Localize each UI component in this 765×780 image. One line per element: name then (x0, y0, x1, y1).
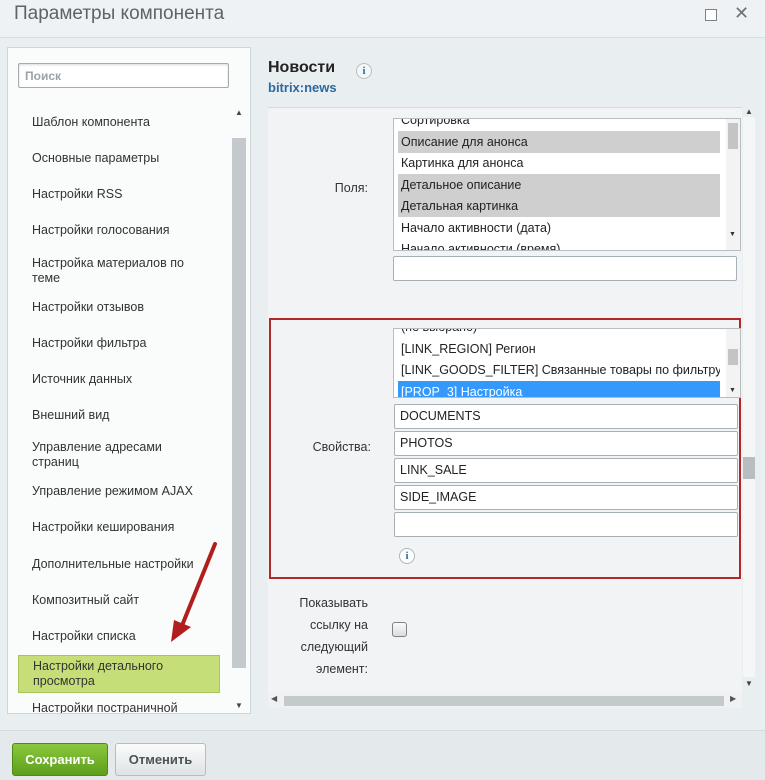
properties-option[interactable]: (не выбрано) (398, 329, 720, 338)
sidebar-item[interactable]: Внешний вид (18, 400, 220, 430)
sidebar-item[interactable]: Настройки постраничной (18, 693, 220, 714)
fields-extra-input[interactable] (393, 256, 737, 281)
sidebar-item[interactable]: Настройки фильтра (18, 328, 220, 358)
property-value-input[interactable]: DOCUMENTS (394, 404, 738, 429)
component-panel: Новости i bitrix:news Поля: Сортировка Оп… (258, 47, 765, 714)
close-icon[interactable]: ✕ (734, 3, 749, 24)
main-scroll-thumb[interactable] (743, 457, 755, 479)
sidebar-item[interactable]: Управление режимом AJAX (18, 476, 220, 506)
fields-label: Поля: (334, 181, 368, 195)
fields-option[interactable]: Картинка для анонса (398, 152, 720, 174)
horizontal-scroll-thumb[interactable] (284, 696, 724, 706)
scroll-down-icon[interactable]: ▼ (729, 231, 736, 238)
scroll-left-icon[interactable]: ◀ (271, 694, 277, 703)
properties-listbox-scrollbar[interactable]: ▼ (726, 329, 740, 397)
sidebar-item[interactable]: Настройка материалов по теме (18, 252, 220, 290)
property-value-input[interactable]: LINK_SALE (394, 458, 738, 483)
component-code: bitrix:news (268, 80, 337, 95)
sidebar-search-input[interactable] (18, 63, 229, 88)
scroll-down-icon[interactable]: ▼ (729, 387, 736, 394)
next-link-label: Показывать ссылку на следующий элемент: (299, 596, 368, 676)
maximize-icon[interactable] (705, 9, 717, 21)
cancel-button[interactable]: Отменить (115, 743, 206, 776)
red-arrow-annotation (171, 542, 217, 642)
properties-scroll-thumb[interactable] (728, 349, 738, 365)
sidebar-item[interactable]: Настройки детального просмотра (18, 655, 220, 693)
main-scroll-track[interactable] (743, 117, 755, 677)
scroll-right-icon[interactable]: ▶ (730, 694, 736, 703)
fields-option[interactable]: Описание для анонса (398, 130, 720, 153)
fields-listbox[interactable]: Сортировка Описание для анонса Картинка дл… (393, 118, 741, 251)
main-scrollbar[interactable]: ▲ ▼ (742, 107, 757, 688)
scroll-up-icon[interactable]: ▲ (745, 107, 753, 116)
property-value-input[interactable]: PHOTOS (394, 431, 738, 456)
save-button[interactable]: Сохранить (12, 743, 108, 776)
fields-listbox-scrollbar[interactable]: ▼ (726, 119, 740, 250)
horizontal-scrollbar[interactable]: ◀ ▶ (268, 693, 742, 708)
next-link-checkbox[interactable] (392, 622, 407, 637)
sidebar-scrollbar[interactable]: ▲ ▼ (232, 108, 247, 713)
component-title: Новости (268, 59, 336, 76)
sidebar-item[interactable]: Настройки RSS (18, 179, 220, 209)
property-value-input[interactable]: SIDE_IMAGE (394, 485, 738, 510)
sidebar-item[interactable]: Управление адресами страниц (18, 436, 220, 474)
scroll-down-icon[interactable]: ▼ (745, 679, 753, 688)
properties-listbox[interactable]: (не выбрано)[LINK_REGION] Регион[LINK_GO… (393, 328, 741, 398)
sidebar-item[interactable]: Настройки голосования (18, 215, 220, 245)
fields-scroll-thumb[interactable] (728, 123, 738, 149)
sidebar-item[interactable]: Настройки кеширования (18, 512, 220, 542)
dialog-title: Параметры компонента (14, 3, 225, 24)
info-icon[interactable]: i (356, 63, 372, 79)
sidebar-item[interactable]: Шаблон компонента (18, 107, 220, 137)
parameters-area: Поля: Сортировка Описание для анонса Карти… (268, 107, 742, 702)
dialog-footer: Сохранить Отменить (0, 730, 765, 780)
scroll-down-icon[interactable]: ▼ (235, 701, 243, 710)
properties-label: Свойства: (312, 440, 371, 454)
fields-option[interactable]: Начало активности (дата) (398, 217, 720, 239)
property-value-input[interactable] (394, 512, 738, 537)
dialog-titlebar: Параметры компонента ✕ (0, 0, 765, 38)
properties-highlight-box: Свойства: (не выбрано)[LINK_REGION] Реги… (269, 318, 741, 579)
properties-option[interactable]: [PROP_3] Настройка (398, 380, 720, 397)
scroll-up-icon[interactable]: ▲ (235, 108, 243, 117)
properties-option[interactable]: [LINK_GOODS_FILTER] Связанные товары по … (398, 359, 720, 381)
fields-option[interactable]: Начало активности (время) (398, 238, 720, 250)
sidebar-item[interactable]: Основные параметры (18, 143, 220, 173)
sidebar-item[interactable]: Настройки отзывов (18, 292, 220, 322)
fields-option[interactable]: Сортировка (398, 119, 720, 131)
properties-option[interactable]: [LINK_REGION] Регион (398, 338, 720, 360)
fields-option[interactable]: Детальное описание (398, 173, 720, 196)
sidebar-scroll-thumb[interactable] (232, 138, 246, 668)
fields-option[interactable]: Детальная картинка (398, 195, 720, 217)
sidebar-item[interactable]: Источник данных (18, 364, 220, 394)
info-icon[interactable]: i (399, 548, 415, 564)
